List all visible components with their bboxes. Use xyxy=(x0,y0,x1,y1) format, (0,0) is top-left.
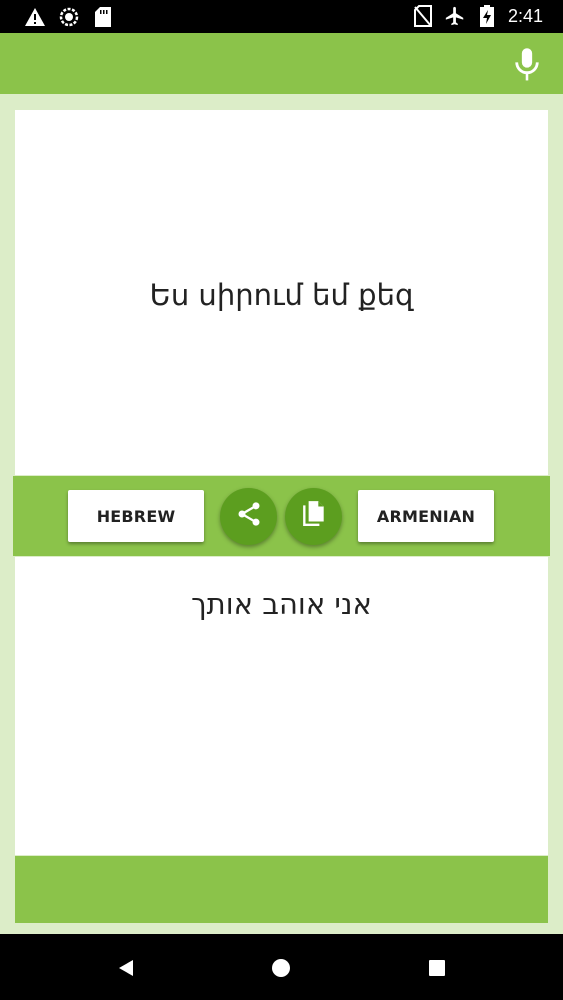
language-toolbar: HEBREW ARMENIAN xyxy=(13,476,550,556)
source-text-panel[interactable]: Ես սիրում եմ քեզ xyxy=(15,110,548,475)
source-text: Ես սիրում եմ քեզ xyxy=(149,278,414,312)
sd-card-icon xyxy=(92,6,114,28)
app-bar xyxy=(0,33,563,94)
airplane-icon xyxy=(444,5,466,27)
battery-charging-icon xyxy=(476,5,498,27)
status-bar: 2:41 xyxy=(0,0,563,33)
share-icon xyxy=(235,500,263,533)
home-icon[interactable] xyxy=(271,958,291,978)
copy-icon xyxy=(301,500,327,533)
target-text: אני אוהב אותך xyxy=(191,587,372,621)
warning-icon xyxy=(24,6,46,28)
target-text-panel[interactable]: אני אוהב אותך xyxy=(15,557,548,855)
target-language-button[interactable]: ARMENIAN xyxy=(358,490,494,542)
no-sim-icon xyxy=(412,5,434,27)
back-icon[interactable] xyxy=(116,958,136,978)
status-time: 2:41 xyxy=(507,5,543,26)
mic-icon[interactable] xyxy=(511,47,543,83)
nav-bar xyxy=(0,934,563,1000)
share-button[interactable] xyxy=(220,488,277,545)
recents-icon[interactable] xyxy=(427,958,447,978)
bottom-banner xyxy=(15,856,548,923)
copy-button[interactable] xyxy=(285,488,342,545)
sync-circle-icon xyxy=(58,6,80,28)
source-language-button[interactable]: HEBREW xyxy=(68,490,204,542)
